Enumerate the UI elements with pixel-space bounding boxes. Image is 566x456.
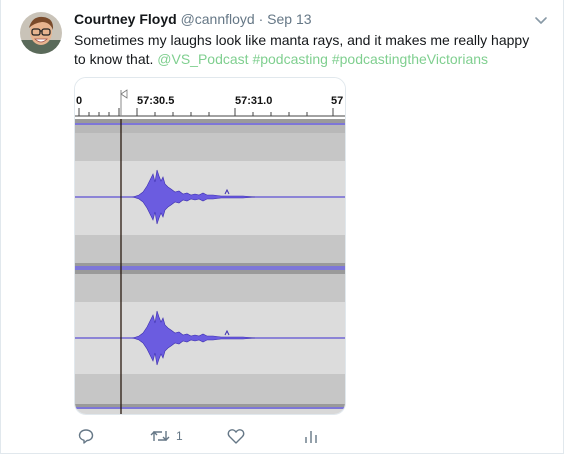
- hashtag-link[interactable]: #podcastingtheVictorians: [332, 51, 488, 67]
- ruler-tick-label: 57:30.5: [137, 95, 174, 107]
- timestamp[interactable]: Sep 13: [267, 11, 311, 27]
- reply-icon: [78, 429, 94, 444]
- author-name[interactable]: Courtney Floyd: [74, 11, 177, 27]
- ruler-tick-label: 57: [331, 95, 343, 107]
- analytics-icon: [305, 431, 317, 443]
- retweet-count: 1: [176, 429, 183, 443]
- tweet-text: Sometimes my laughs look like manta rays…: [74, 31, 544, 69]
- separator: ·: [258, 11, 264, 27]
- tweet-header: Courtney Floyd @cannfloyd · Sep 13: [74, 11, 312, 27]
- retweet-icon: [150, 431, 170, 441]
- analytics-button[interactable]: [303, 425, 319, 447]
- hashtag-link[interactable]: #podcasting: [252, 51, 328, 67]
- chevron-down-icon[interactable]: [533, 14, 549, 26]
- author-handle[interactable]: @cannfloyd: [181, 11, 255, 27]
- mention-link[interactable]: @VS_Podcast: [157, 51, 248, 67]
- like-button[interactable]: [227, 425, 245, 447]
- ruler-tick-label: 0: [76, 95, 82, 107]
- avatar[interactable]: [20, 12, 62, 54]
- media-image[interactable]: 0 57:30.5 57:31.0 57: [74, 77, 346, 415]
- ruler-tick-label: 57:31.0: [235, 95, 272, 107]
- audio-waveform-screenshot: 0 57:30.5 57:31.0 57: [75, 78, 345, 414]
- tweet-actions: 1: [74, 425, 374, 449]
- tweet-card[interactable]: Courtney Floyd @cannfloyd · Sep 13 Somet…: [0, 0, 564, 454]
- avatar-image: [20, 12, 62, 54]
- retweet-button[interactable]: 1: [150, 425, 183, 447]
- reply-button[interactable]: [78, 425, 94, 447]
- like-icon: [227, 429, 245, 444]
